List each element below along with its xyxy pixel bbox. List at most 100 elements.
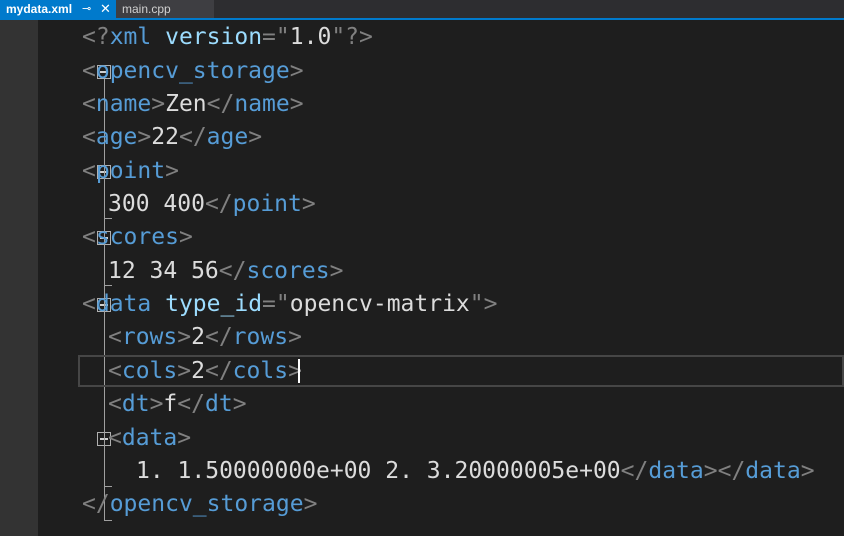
xml-tag: name (95, 91, 152, 117)
fold-guide-end (104, 486, 112, 487)
xml-tag: dt (121, 391, 150, 417)
tab-mydata-xml[interactable]: mydata.xml ⊸ ✕ (0, 0, 116, 18)
xml-punct: > (149, 391, 164, 417)
tab-label: main.cpp (122, 2, 171, 16)
xml-tag: point (232, 191, 302, 217)
xml-text: 12 34 56 (108, 258, 219, 284)
xml-punct: < (108, 391, 122, 417)
fold-guide-end (104, 520, 112, 521)
xml-punct: < (82, 158, 96, 184)
xml-punct: > (303, 491, 318, 517)
xml-punct: > (177, 425, 192, 451)
xml-punct: </ (218, 258, 247, 284)
code-line[interactable]: <data type_id="opencv-matrix"> (82, 288, 498, 320)
xml-attribute-value: opencv-matrix (289, 291, 470, 317)
code-line[interactable]: <data> (108, 422, 191, 454)
xml-punct: < (108, 358, 122, 384)
xml-punct: ?> (345, 24, 373, 50)
xml-tag: dt (204, 391, 233, 417)
xml-text: 2 (191, 324, 205, 350)
xml-punct: < (82, 124, 96, 150)
code-line[interactable]: <age>22</age> (82, 121, 262, 153)
xml-punct: = (262, 291, 276, 317)
xml-tag: cols (232, 358, 289, 384)
text-caret (298, 359, 300, 383)
xml-punct: < (108, 324, 122, 350)
xml-text: Zen (165, 91, 207, 117)
code-editor[interactable]: <?xml version="1.0"?> <opencv_storage> <… (0, 20, 844, 536)
code-line[interactable]: <name>Zen</name> (82, 88, 304, 120)
code-line[interactable]: <dt>f</dt> (108, 388, 247, 420)
xml-punct: " (275, 291, 290, 317)
xml-punct: > (289, 58, 304, 84)
xml-tag: opencv_storage (95, 58, 290, 84)
xml-tag: point (95, 158, 166, 184)
xml-tag: scores (95, 224, 179, 250)
code-line[interactable]: <cols>2</cols> (108, 355, 302, 387)
xml-punct: ></ (703, 458, 746, 484)
xml-text: 300 400 (108, 191, 205, 217)
xml-punct: </ (177, 391, 205, 417)
xml-tag: scores (246, 258, 330, 284)
xml-punct: </ (620, 458, 649, 484)
xml-tag: age (206, 124, 249, 150)
xml-punct: < (108, 425, 122, 451)
xml-text: f (163, 391, 178, 417)
xml-punct: </ (82, 491, 110, 517)
xml-punct: > (177, 358, 192, 384)
tab-main-cpp[interactable]: main.cpp (116, 0, 214, 18)
xml-tag: data (95, 291, 152, 317)
pin-icon[interactable]: ⊸ (82, 0, 91, 18)
xml-text: 2 (191, 358, 205, 384)
xml-punct: > (177, 324, 192, 350)
xml-text: 1. 1.50000000e+00 2. 3.20000005e+00 (136, 458, 621, 484)
xml-punct: > (800, 458, 815, 484)
code-line[interactable]: 300 400</point> (108, 188, 316, 220)
xml-punct: < (82, 58, 96, 84)
tab-label: mydata.xml (6, 2, 73, 16)
code-line[interactable]: <opencv_storage> (82, 55, 304, 87)
xml-attribute: version (165, 24, 263, 50)
xml-tag: rows (232, 324, 289, 350)
xml-punct: > (232, 391, 247, 417)
xml-punct: > (178, 224, 193, 250)
xml-punct: " (275, 24, 290, 50)
xml-punct: > (288, 324, 302, 350)
xml-declaration-name: xml (109, 24, 152, 50)
xml-punct: > (137, 124, 152, 150)
code-line[interactable]: <rows>2</rows> (108, 321, 302, 353)
glyph-margin (0, 20, 38, 536)
xml-punct: </ (204, 324, 233, 350)
document-tab-strip: mydata.xml ⊸ ✕ main.cpp (0, 0, 844, 20)
xml-punct: " (469, 291, 484, 317)
code-line[interactable]: <point> (82, 155, 179, 187)
outline-gutter (38, 20, 112, 536)
code-line[interactable]: </opencv_storage> (82, 488, 317, 520)
xml-punct: < (82, 291, 96, 317)
xml-tag: name (234, 91, 290, 117)
xml-tag: data (648, 458, 704, 484)
xml-punct: > (301, 191, 316, 217)
xml-attribute: type_id (165, 291, 263, 317)
close-icon[interactable]: ✕ (100, 0, 111, 18)
xml-punct: < (82, 91, 96, 117)
xml-punct: > (151, 91, 166, 117)
xml-attribute-value: 1.0 (289, 24, 332, 50)
xml-punct: </ (204, 191, 233, 217)
xml-punct: > (329, 258, 344, 284)
code-line[interactable]: 12 34 56</scores> (108, 255, 343, 287)
xml-punct: </ (206, 91, 235, 117)
xml-punct: </ (178, 124, 207, 150)
xml-punct: > (165, 158, 179, 184)
xml-punct: < (82, 224, 96, 250)
xml-tag: age (95, 124, 138, 150)
code-line[interactable]: <?xml version="1.0"?> (82, 21, 373, 53)
code-line[interactable]: 1. 1.50000000e+00 2. 3.20000005e+00</dat… (136, 455, 815, 487)
xml-punct: = (262, 24, 276, 50)
code-line[interactable]: <scores> (82, 221, 193, 253)
xml-text: 22 (151, 124, 179, 150)
xml-tag: data (121, 425, 178, 451)
xml-punct: " (331, 24, 346, 50)
xml-tag: cols (121, 358, 178, 384)
xml-tag: rows (121, 324, 178, 350)
